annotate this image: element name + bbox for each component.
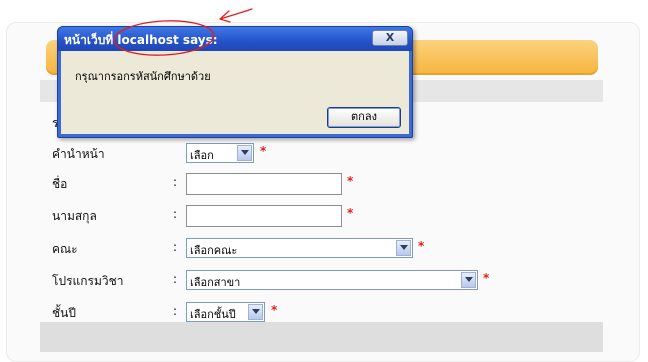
colon: : (173, 207, 178, 221)
form-row-prefix: คำนำหน้า เลือก * (0, 143, 648, 167)
prefix-label: คำนำหน้า (52, 147, 105, 161)
colon: : (173, 272, 178, 286)
dialog-title-host: localhost says: (117, 33, 218, 47)
chevron-down-icon[interactable] (237, 145, 252, 161)
firstname-label: ชื่อ (52, 177, 68, 191)
lastname-field[interactable] (186, 205, 342, 227)
dialog-close-button[interactable]: X (372, 30, 408, 46)
required-mark: * (483, 271, 490, 285)
form-row-firstname: ชื่อ : * (0, 173, 648, 197)
lastname-label: นามสกุล (52, 209, 97, 223)
faculty-select[interactable]: เลือกคณะ (186, 238, 413, 258)
form-row-program: โปรแกรมวิชา : เลือกสาขา * (0, 270, 648, 294)
faculty-label: คณะ (52, 242, 78, 256)
footer-strip (40, 322, 603, 352)
firstname-field[interactable] (186, 173, 342, 195)
colon: : (173, 304, 178, 318)
dialog-title-prefix: หน้าเว็บที่ (64, 33, 114, 47)
colon: : (173, 240, 178, 254)
dialog-body: กรุณากรอกรหัสนักศึกษาด้วย ตกลง (61, 51, 409, 134)
dialog-message: กรุณากรอกรหัสนักศึกษาด้วย (75, 70, 211, 83)
prefix-select-value: เลือก (190, 149, 214, 162)
required-mark: * (260, 144, 267, 158)
form-row-lastname: นามสกุล : * (0, 205, 648, 229)
close-icon: X (385, 31, 395, 44)
required-mark: * (347, 174, 354, 188)
alert-dialog: หน้าเว็บที่ localhost says: X กรุณากรอกร… (57, 26, 413, 138)
chevron-down-icon[interactable] (461, 272, 476, 288)
year-label: ชั้นปี (52, 306, 76, 320)
program-select[interactable]: เลือกสาขา (186, 270, 478, 290)
chevron-down-icon[interactable] (248, 304, 263, 320)
colon: : (173, 175, 178, 189)
year-select[interactable]: เลือกชั้นปี (186, 302, 265, 322)
prefix-select[interactable]: เลือก (186, 143, 254, 163)
program-label: โปรแกรมวิชา (52, 274, 124, 288)
required-mark: * (418, 239, 425, 253)
dialog-title: หน้าเว็บที่ localhost says: (64, 31, 218, 50)
program-select-value: เลือกสาขา (190, 276, 241, 289)
chevron-down-icon[interactable] (396, 240, 411, 256)
form-row-faculty: คณะ : เลือกคณะ * (0, 238, 648, 262)
required-mark: * (271, 303, 278, 317)
faculty-select-value: เลือกคณะ (190, 244, 238, 257)
required-mark: * (347, 206, 354, 220)
year-select-value: เลือกชั้นปี (190, 308, 236, 321)
dialog-title-bar[interactable]: หน้าเว็บที่ localhost says: X (58, 27, 412, 51)
dialog-ok-button[interactable]: ตกลง (327, 107, 401, 128)
